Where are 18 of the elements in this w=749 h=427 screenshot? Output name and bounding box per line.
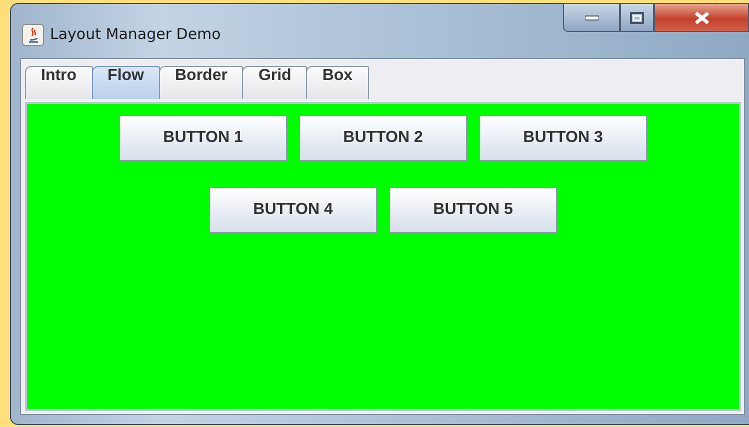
maximize-button[interactable] — [620, 3, 654, 32]
maximize-icon — [630, 12, 644, 24]
minimize-button[interactable] — [563, 3, 620, 32]
close-button[interactable] — [654, 3, 749, 32]
demo-button[interactable]: BUTTON 2 — [299, 115, 467, 161]
minimize-icon — [584, 14, 598, 20]
demo-button[interactable]: BUTTON 3 — [479, 115, 647, 161]
tab[interactable]: Border — [158, 66, 244, 99]
tab[interactable]: Flow — [92, 66, 160, 99]
tab[interactable]: Box — [306, 66, 369, 99]
close-icon — [694, 10, 710, 24]
demo-button[interactable]: BUTTON 5 — [389, 187, 557, 233]
tab[interactable]: Intro — [25, 66, 93, 99]
demo-button[interactable]: BUTTON 4 — [209, 187, 377, 233]
tab[interactable]: Grid — [242, 66, 308, 99]
window-title: Layout Manager Demo — [50, 25, 221, 43]
demo-button[interactable]: BUTTON 1 — [119, 115, 287, 161]
app-icon — [22, 24, 44, 46]
